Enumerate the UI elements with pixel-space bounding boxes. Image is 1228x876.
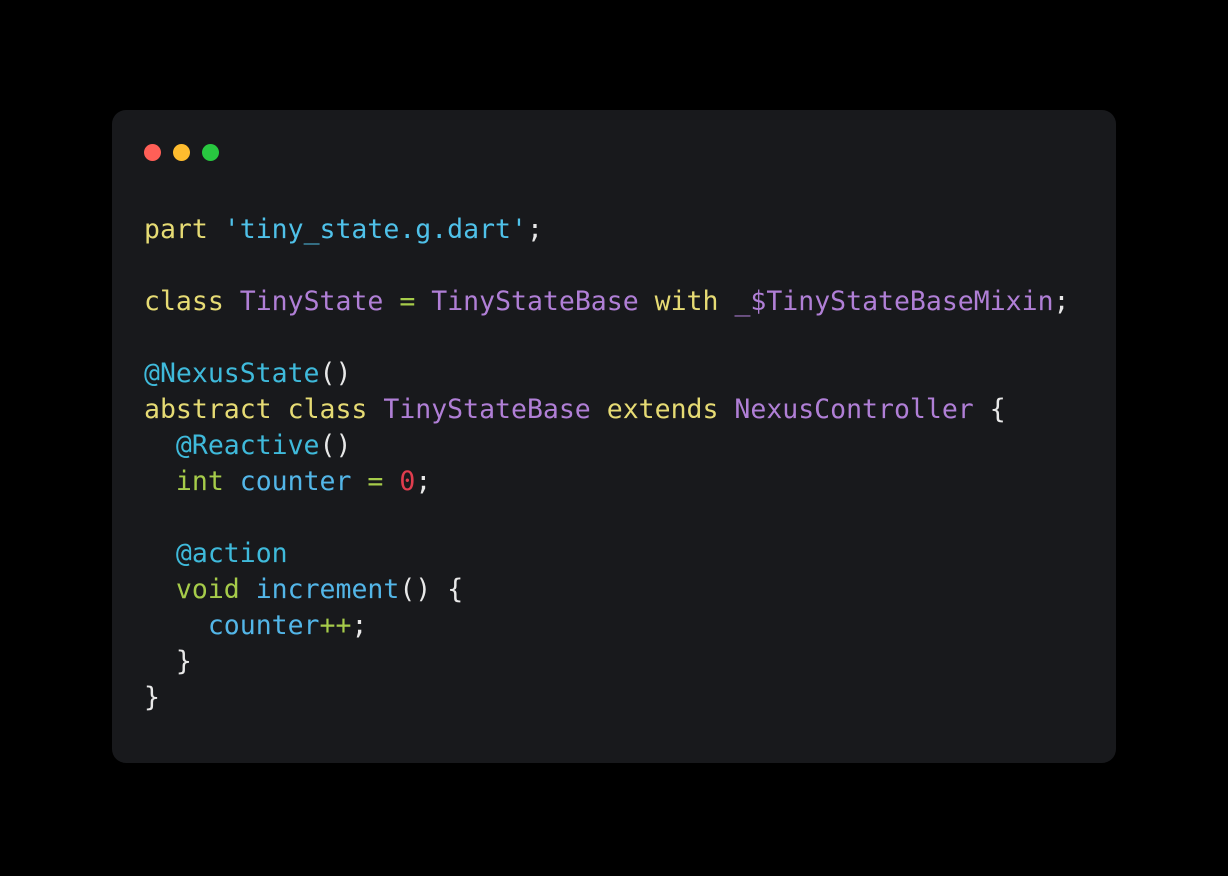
code-line: @NexusState() — [144, 356, 1096, 392]
code-line: int counter = 0; — [144, 464, 1096, 500]
code-token-string: 'tiny_state.g.dart' — [223, 214, 527, 245]
code-token-primitive: void — [175, 574, 240, 605]
code-line: counter++; — [144, 608, 1096, 644]
maximize-button-icon[interactable] — [202, 143, 219, 161]
code-token-annotation: @Reactive — [175, 430, 320, 461]
code-token-annotation: @action — [175, 538, 288, 569]
code-token-type: NexusController — [734, 394, 974, 425]
code-line: @Reactive() — [144, 428, 1096, 464]
code-token-punctuation: { — [989, 394, 1006, 425]
code-token-number: 0 — [399, 466, 416, 497]
code-token-punctuation: } — [175, 646, 192, 677]
code-block[interactable]: part 'tiny_state.g.dart'; class TinyStat… — [144, 212, 1096, 716]
code-token-operator: = — [399, 286, 416, 317]
code-token-keyword: part — [144, 214, 208, 245]
code-line: void increment() { — [144, 572, 1096, 608]
code-token-punctuation: () — [399, 574, 448, 605]
code-line: } — [144, 680, 1096, 716]
code-token-punctuation: { — [447, 574, 464, 605]
code-line: @action — [144, 536, 1096, 572]
code-token-type: TinyStateBase — [383, 394, 591, 425]
code-token-keyword: with — [654, 286, 719, 317]
code-line: } — [144, 644, 1096, 680]
code-token-identifier: counter — [239, 466, 352, 497]
code-token-identifier: counter — [207, 610, 320, 641]
code-token-annotation: @NexusState — [144, 358, 320, 389]
code-line: class TinyState = TinyStateBase with _$T… — [144, 284, 1096, 320]
code-token-punctuation: ; — [1053, 286, 1070, 317]
screenshot-root: part 'tiny_state.g.dart'; class TinyStat… — [0, 0, 1228, 876]
code-token-primitive: int — [175, 466, 224, 497]
code-token-keyword: class — [144, 286, 224, 317]
code-token-operator: = — [367, 466, 384, 497]
code-token-keyword: abstract — [144, 394, 272, 425]
code-token-operator: ++ — [319, 610, 352, 641]
minimize-button-icon[interactable] — [173, 143, 190, 161]
code-token-punctuation: () — [319, 358, 352, 389]
code-line: part 'tiny_state.g.dart'; — [144, 212, 1096, 248]
code-line: abstract class TinyStateBase extends Nex… — [144, 392, 1096, 428]
code-token-keyword: class — [287, 394, 368, 425]
code-token-type: TinyStateBase — [431, 286, 639, 317]
code-token-punctuation: } — [144, 682, 160, 713]
code-token-identifier: increment — [255, 574, 400, 605]
code-token-keyword: extends — [606, 394, 719, 425]
code-token-punctuation: ; — [526, 214, 543, 245]
close-button-icon[interactable] — [144, 143, 161, 161]
code-token-punctuation: ; — [415, 466, 432, 497]
code-token-type: TinyState — [239, 286, 384, 317]
code-token-punctuation: ; — [351, 610, 368, 641]
window-titlebar — [144, 143, 219, 161]
code-token-punctuation: () — [319, 430, 352, 461]
code-window-card: part 'tiny_state.g.dart'; class TinyStat… — [112, 110, 1116, 763]
code-token-type: _$TinyStateBaseMixin — [734, 286, 1054, 317]
